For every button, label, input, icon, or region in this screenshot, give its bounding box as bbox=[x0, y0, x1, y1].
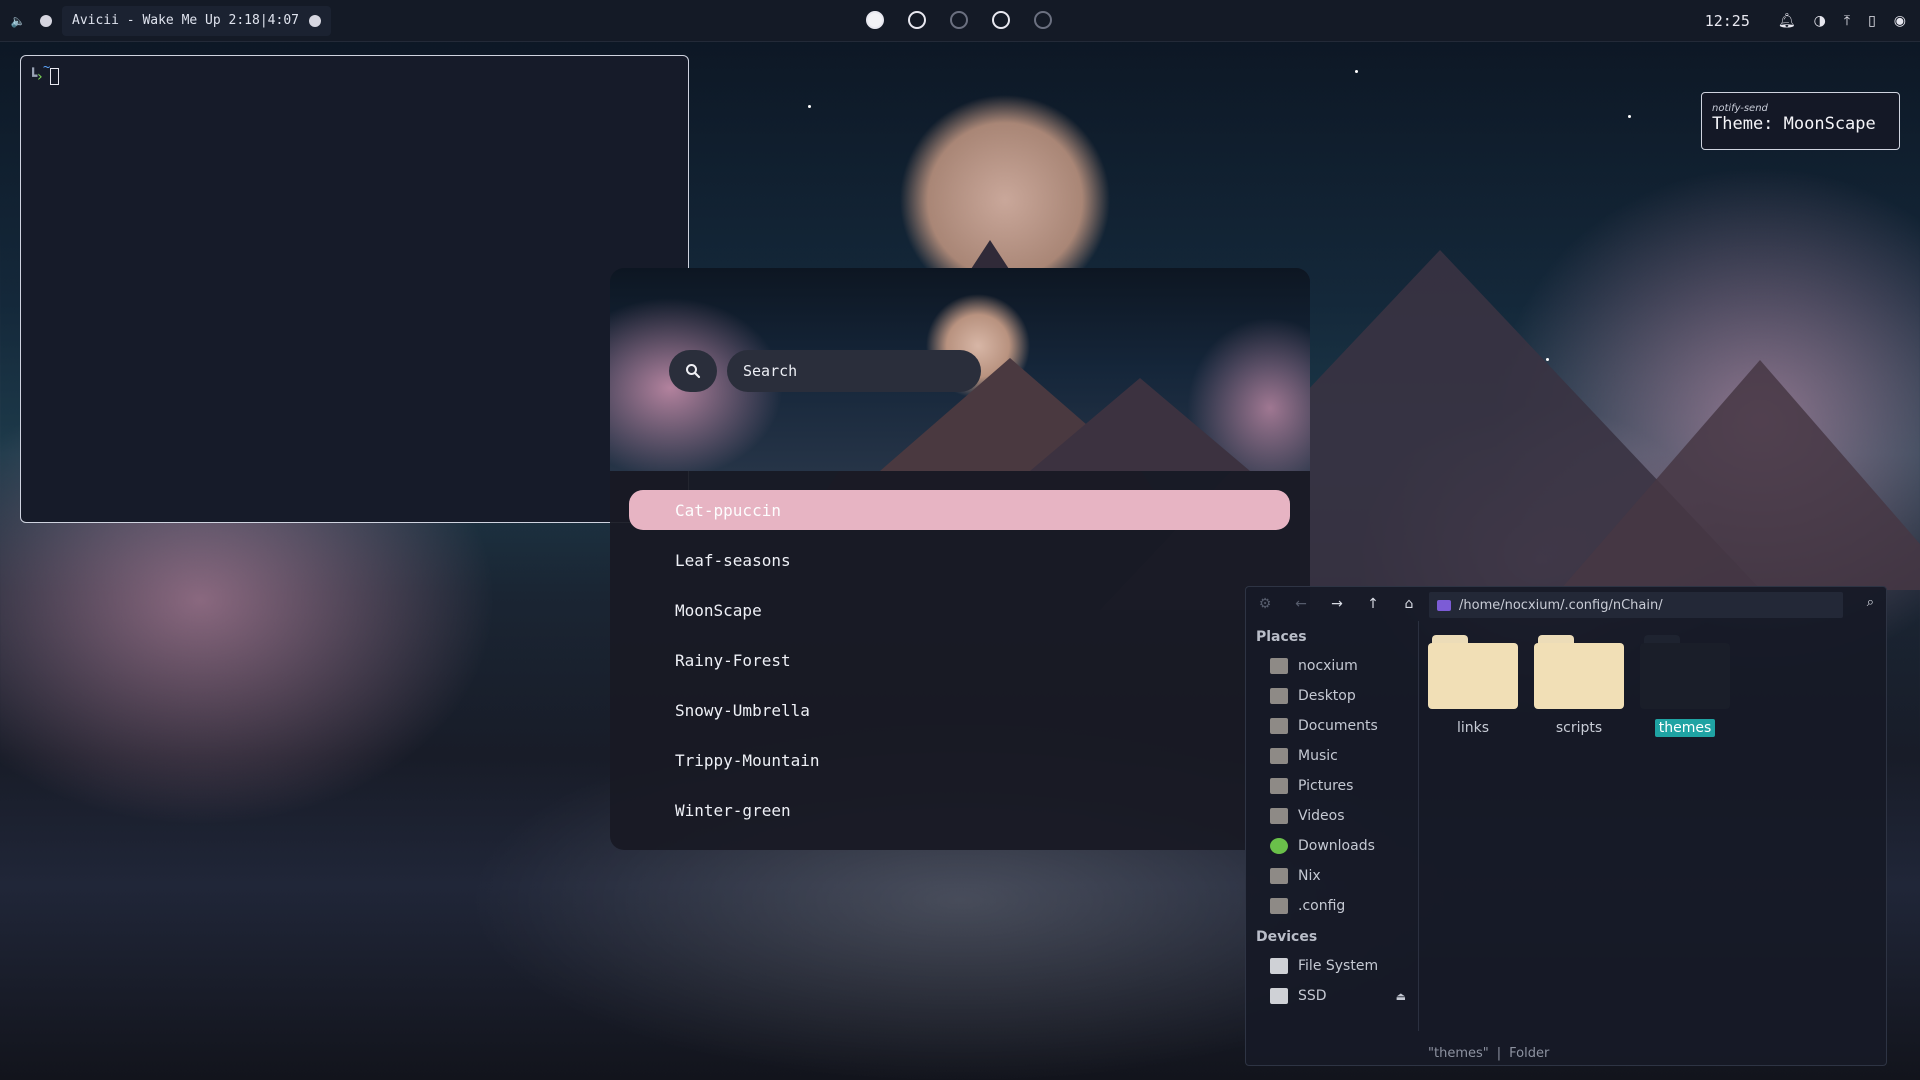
home-folder-icon bbox=[1270, 658, 1288, 674]
desktop-folder-icon bbox=[1270, 688, 1288, 704]
theme-item[interactable]: Leaf-seasons bbox=[629, 540, 1290, 580]
status-selection: "themes" bbox=[1428, 1045, 1489, 1061]
back-icon[interactable]: ← bbox=[1292, 596, 1310, 612]
file-name: links bbox=[1456, 720, 1490, 736]
bell-icon[interactable]: 🔔︎ bbox=[1778, 13, 1796, 29]
wallpaper-star bbox=[1546, 358, 1549, 361]
theme-launcher: Search Cat-ppuccin Leaf-seasons MoonScap… bbox=[610, 268, 1310, 850]
sidebar-item-desktop[interactable]: Desktop bbox=[1246, 681, 1418, 711]
theme-item[interactable]: Snowy-Umbrella bbox=[629, 690, 1290, 730]
pictures-icon bbox=[1270, 778, 1288, 794]
theme-item[interactable]: Trippy-Mountain bbox=[629, 740, 1290, 780]
sidebar-item-music[interactable]: Music bbox=[1246, 741, 1418, 771]
media-next-icon[interactable] bbox=[308, 14, 321, 27]
wallpaper-mountain bbox=[1560, 360, 1920, 590]
toggle-icon[interactable]: ◑ bbox=[1814, 13, 1826, 29]
drive-icon bbox=[1270, 958, 1288, 974]
search-icon[interactable]: ⌕ bbox=[1867, 595, 1874, 610]
home-icon[interactable]: ⌂ bbox=[1400, 596, 1418, 612]
terminal-prompt: ~ ┗› bbox=[29, 60, 59, 85]
wallpaper-star bbox=[1628, 115, 1631, 118]
now-playing-text: Avicii - Wake Me Up 2:18|4:07 bbox=[72, 13, 299, 28]
devices-heading: Devices bbox=[1256, 929, 1318, 945]
clock[interactable]: 12:25 bbox=[1705, 12, 1750, 30]
file-name: scripts bbox=[1555, 720, 1603, 736]
documents-icon bbox=[1270, 718, 1288, 734]
forward-icon[interactable]: → bbox=[1328, 596, 1346, 612]
sidebar-item-ssd[interactable]: SSD ⏏ bbox=[1246, 981, 1418, 1011]
videos-icon bbox=[1270, 808, 1288, 824]
top-bar: 🔈 Avicii - Wake Me Up 2:18|4:07 12:25 🔔︎… bbox=[0, 0, 1920, 42]
discord-icon[interactable]: ◉ bbox=[1894, 13, 1906, 29]
sidebar-item-downloads[interactable]: Downloads bbox=[1246, 831, 1418, 861]
terminal-window[interactable]: ~ ┗› bbox=[20, 55, 689, 523]
downloads-icon bbox=[1270, 838, 1288, 854]
music-icon bbox=[1270, 748, 1288, 764]
notification-popup[interactable]: notify-send Theme: MoonScape bbox=[1701, 92, 1900, 150]
search-icon bbox=[686, 364, 701, 379]
wallpaper-star bbox=[1355, 70, 1358, 73]
drive-icon bbox=[1270, 988, 1288, 1004]
sidebar-item-config[interactable]: .config bbox=[1246, 891, 1418, 921]
folder-icon bbox=[1270, 868, 1288, 884]
file-item[interactable]: links bbox=[1428, 635, 1518, 737]
launcher-banner: Search bbox=[610, 268, 1310, 471]
notification-message: Theme: MoonScape bbox=[1712, 114, 1876, 134]
folder-icon bbox=[1640, 635, 1730, 709]
sidebar-item-nix[interactable]: Nix bbox=[1246, 861, 1418, 891]
places-heading: Places bbox=[1256, 629, 1307, 645]
file-name: themes bbox=[1654, 719, 1716, 737]
gear-icon[interactable]: ⚙ bbox=[1256, 596, 1274, 612]
theme-item[interactable]: Winter-green bbox=[629, 790, 1290, 830]
eject-icon[interactable]: ⏏ bbox=[1396, 990, 1406, 1003]
sidebar-divider bbox=[1418, 621, 1419, 1031]
prompt-directory: ~ bbox=[43, 60, 51, 74]
up-icon[interactable]: ↑ bbox=[1364, 596, 1382, 612]
folder-icon bbox=[1270, 898, 1288, 914]
location-bar[interactable]: /home/nocxium/.config/nChain/ bbox=[1429, 592, 1843, 618]
workspace-4[interactable] bbox=[992, 11, 1010, 29]
file-item[interactable]: scripts bbox=[1534, 635, 1624, 737]
sidebar-item-pictures[interactable]: Pictures bbox=[1246, 771, 1418, 801]
workspace-3[interactable] bbox=[950, 11, 968, 29]
folder-icon bbox=[1534, 635, 1624, 709]
upload-icon[interactable]: ⤒ bbox=[1844, 13, 1850, 29]
folder-icon bbox=[1428, 635, 1518, 709]
volume-icon[interactable]: 🔈 bbox=[8, 11, 28, 31]
file-item[interactable]: themes bbox=[1640, 635, 1730, 737]
terminal-cursor bbox=[49, 68, 59, 85]
theme-item[interactable]: MoonScape bbox=[629, 590, 1290, 630]
sidebar-item-home[interactable]: nocxium bbox=[1246, 651, 1418, 681]
status-separator: | bbox=[1496, 1045, 1502, 1061]
theme-item[interactable]: Rainy-Forest bbox=[629, 640, 1290, 680]
status-type: Folder bbox=[1509, 1045, 1550, 1061]
battery-icon[interactable]: ▯ bbox=[1868, 13, 1876, 29]
file-manager-sidebar: Places nocxium Desktop Documents Music P… bbox=[1246, 621, 1418, 1065]
workspace-2[interactable] bbox=[908, 11, 926, 29]
location-path: /home/nocxium/.config/nChain/ bbox=[1459, 597, 1663, 613]
sidebar-item-documents[interactable]: Documents bbox=[1246, 711, 1418, 741]
workspace-switcher bbox=[866, 11, 1052, 29]
workspace-5[interactable] bbox=[1034, 11, 1052, 29]
search-button[interactable] bbox=[669, 350, 717, 392]
wallpaper-star bbox=[808, 105, 811, 108]
theme-list: Cat-ppuccin Leaf-seasons MoonScape Rainy… bbox=[629, 490, 1290, 840]
notification-app: notify-send bbox=[1712, 103, 1768, 114]
search-input[interactable]: Search bbox=[727, 350, 981, 392]
status-bar: "themes" | Folder bbox=[1428, 1041, 1549, 1065]
sidebar-item-videos[interactable]: Videos bbox=[1246, 801, 1418, 831]
file-grid: links scripts themes bbox=[1428, 635, 1730, 737]
workspace-1[interactable] bbox=[866, 11, 884, 29]
sidebar-item-filesystem[interactable]: File System bbox=[1246, 951, 1418, 981]
folder-icon bbox=[1437, 599, 1451, 611]
theme-item[interactable]: Cat-ppuccin bbox=[629, 490, 1290, 530]
media-prev-icon[interactable] bbox=[36, 11, 56, 31]
file-manager-window: ⚙ ← → ↑ ⌂ /home/nocxium/.config/nChain/ … bbox=[1245, 586, 1887, 1066]
now-playing[interactable]: Avicii - Wake Me Up 2:18|4:07 bbox=[62, 5, 331, 36]
